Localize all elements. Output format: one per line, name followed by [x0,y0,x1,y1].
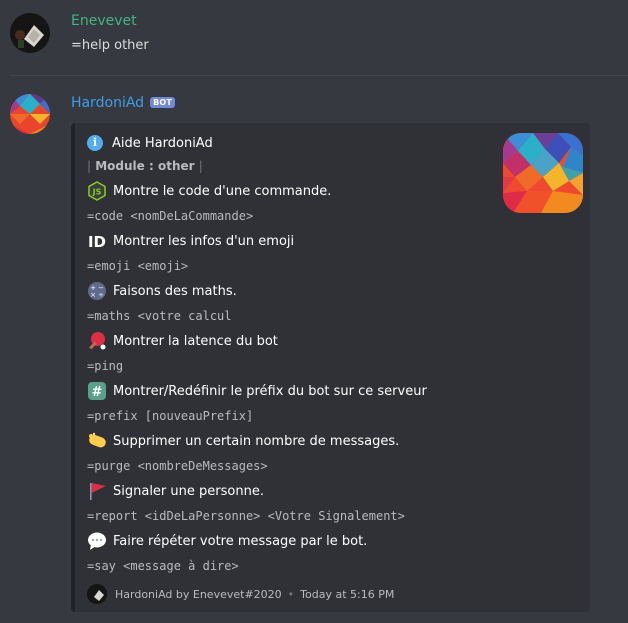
red-flag-icon [87,481,107,501]
field-value: =say <message à dire> [87,559,239,573]
id-icon: ID [87,231,107,251]
field-name: Montrer la latence du bot [87,331,278,351]
info-icon: i [87,135,103,151]
bot-username[interactable]: HardoniAd BOT [71,95,176,111]
field-name: # Montrer/Redéfinir le préfix du bot sur… [87,381,427,401]
field-label: Faire répéter votre message par le bot. [113,533,368,549]
field-label: Supprimer un certain nombre de messages. [113,433,400,449]
bot-avatar[interactable] [10,94,50,134]
field-name: Supprimer un certain nombre de messages. [87,431,399,451]
hashtag-icon: # [87,381,107,401]
field-name: + − × ÷ Faisons des maths. [87,281,237,301]
js-icon: JS [87,181,107,201]
module-bar-right: | [198,159,203,173]
field-value: =code <nomDeLaCommande> [87,209,254,223]
module-bar-left: | [87,159,92,173]
field-name: ID Montrer les infos d'un emoji [87,231,294,251]
footer-timestamp[interactable]: Today at 5:16 PM [300,588,394,601]
footer-text: HardoniAd by Enevevet#2020 [115,587,282,601]
field-value: =purge <nombreDeMessages> [87,459,268,473]
math-icon: + − × ÷ [87,281,107,301]
field-label: Montrer la latence du bot [113,333,278,349]
svg-text:×: × [90,291,96,299]
soap-icon [87,431,107,451]
message-content: =help other [71,38,149,53]
bot-name[interactable]: HardoniAd [71,95,144,111]
field-label: Signaler une personne. [113,483,264,499]
field-label: Montrer/Redéfinir le préfix du bot sur c… [113,383,427,399]
module-label: | Module : other | [87,159,203,173]
embed-author: i Aide HardoniAd [87,135,213,151]
help-embed: i Aide HardoniAd | Module : other | JS M… [71,123,590,612]
footer-separator: • [287,587,295,601]
svg-text:ID: ID [88,233,106,251]
field-name: JS Montre le code d'une commande. [87,181,331,201]
field-name: Signaler une personne. [87,481,264,501]
embed-footer: HardoniAd by Enevevet#2020 • Today at 5:… [87,584,394,604]
message-divider [10,75,628,76]
field-label: Montrer les infos d'un emoji [113,233,295,249]
username[interactable]: Enevevet [71,13,137,29]
field-value: =ping [87,359,124,373]
svg-text:JS: JS [92,188,102,197]
svg-text:÷: ÷ [98,291,104,299]
message-enevevet: Enevevet =help other [0,0,628,75]
field-label: Montre le code d'une commande. [113,183,332,199]
bot-tag: BOT [150,97,176,108]
field-value: =report <idDeLaPersonne> <Votre Signalem… [87,509,405,523]
user-avatar[interactable] [10,13,50,53]
field-value: =emoji <emoji> [87,259,189,273]
field-label: Faisons des maths. [113,283,237,299]
field-value: =maths <votre calcul [87,309,232,323]
field-name: Faire répéter votre message par le bot. [87,531,367,551]
module-text: Module : other [95,159,195,173]
field-value: =prefix [nouveauPrefix] [87,409,254,423]
svg-text:#: # [92,385,103,400]
ping-pong-icon [87,331,107,351]
footer-avatar [87,584,107,604]
speech-bubble-icon [87,531,107,551]
embed-author-name: Aide HardoniAd [112,135,213,151]
embed-thumbnail[interactable] [503,133,583,213]
